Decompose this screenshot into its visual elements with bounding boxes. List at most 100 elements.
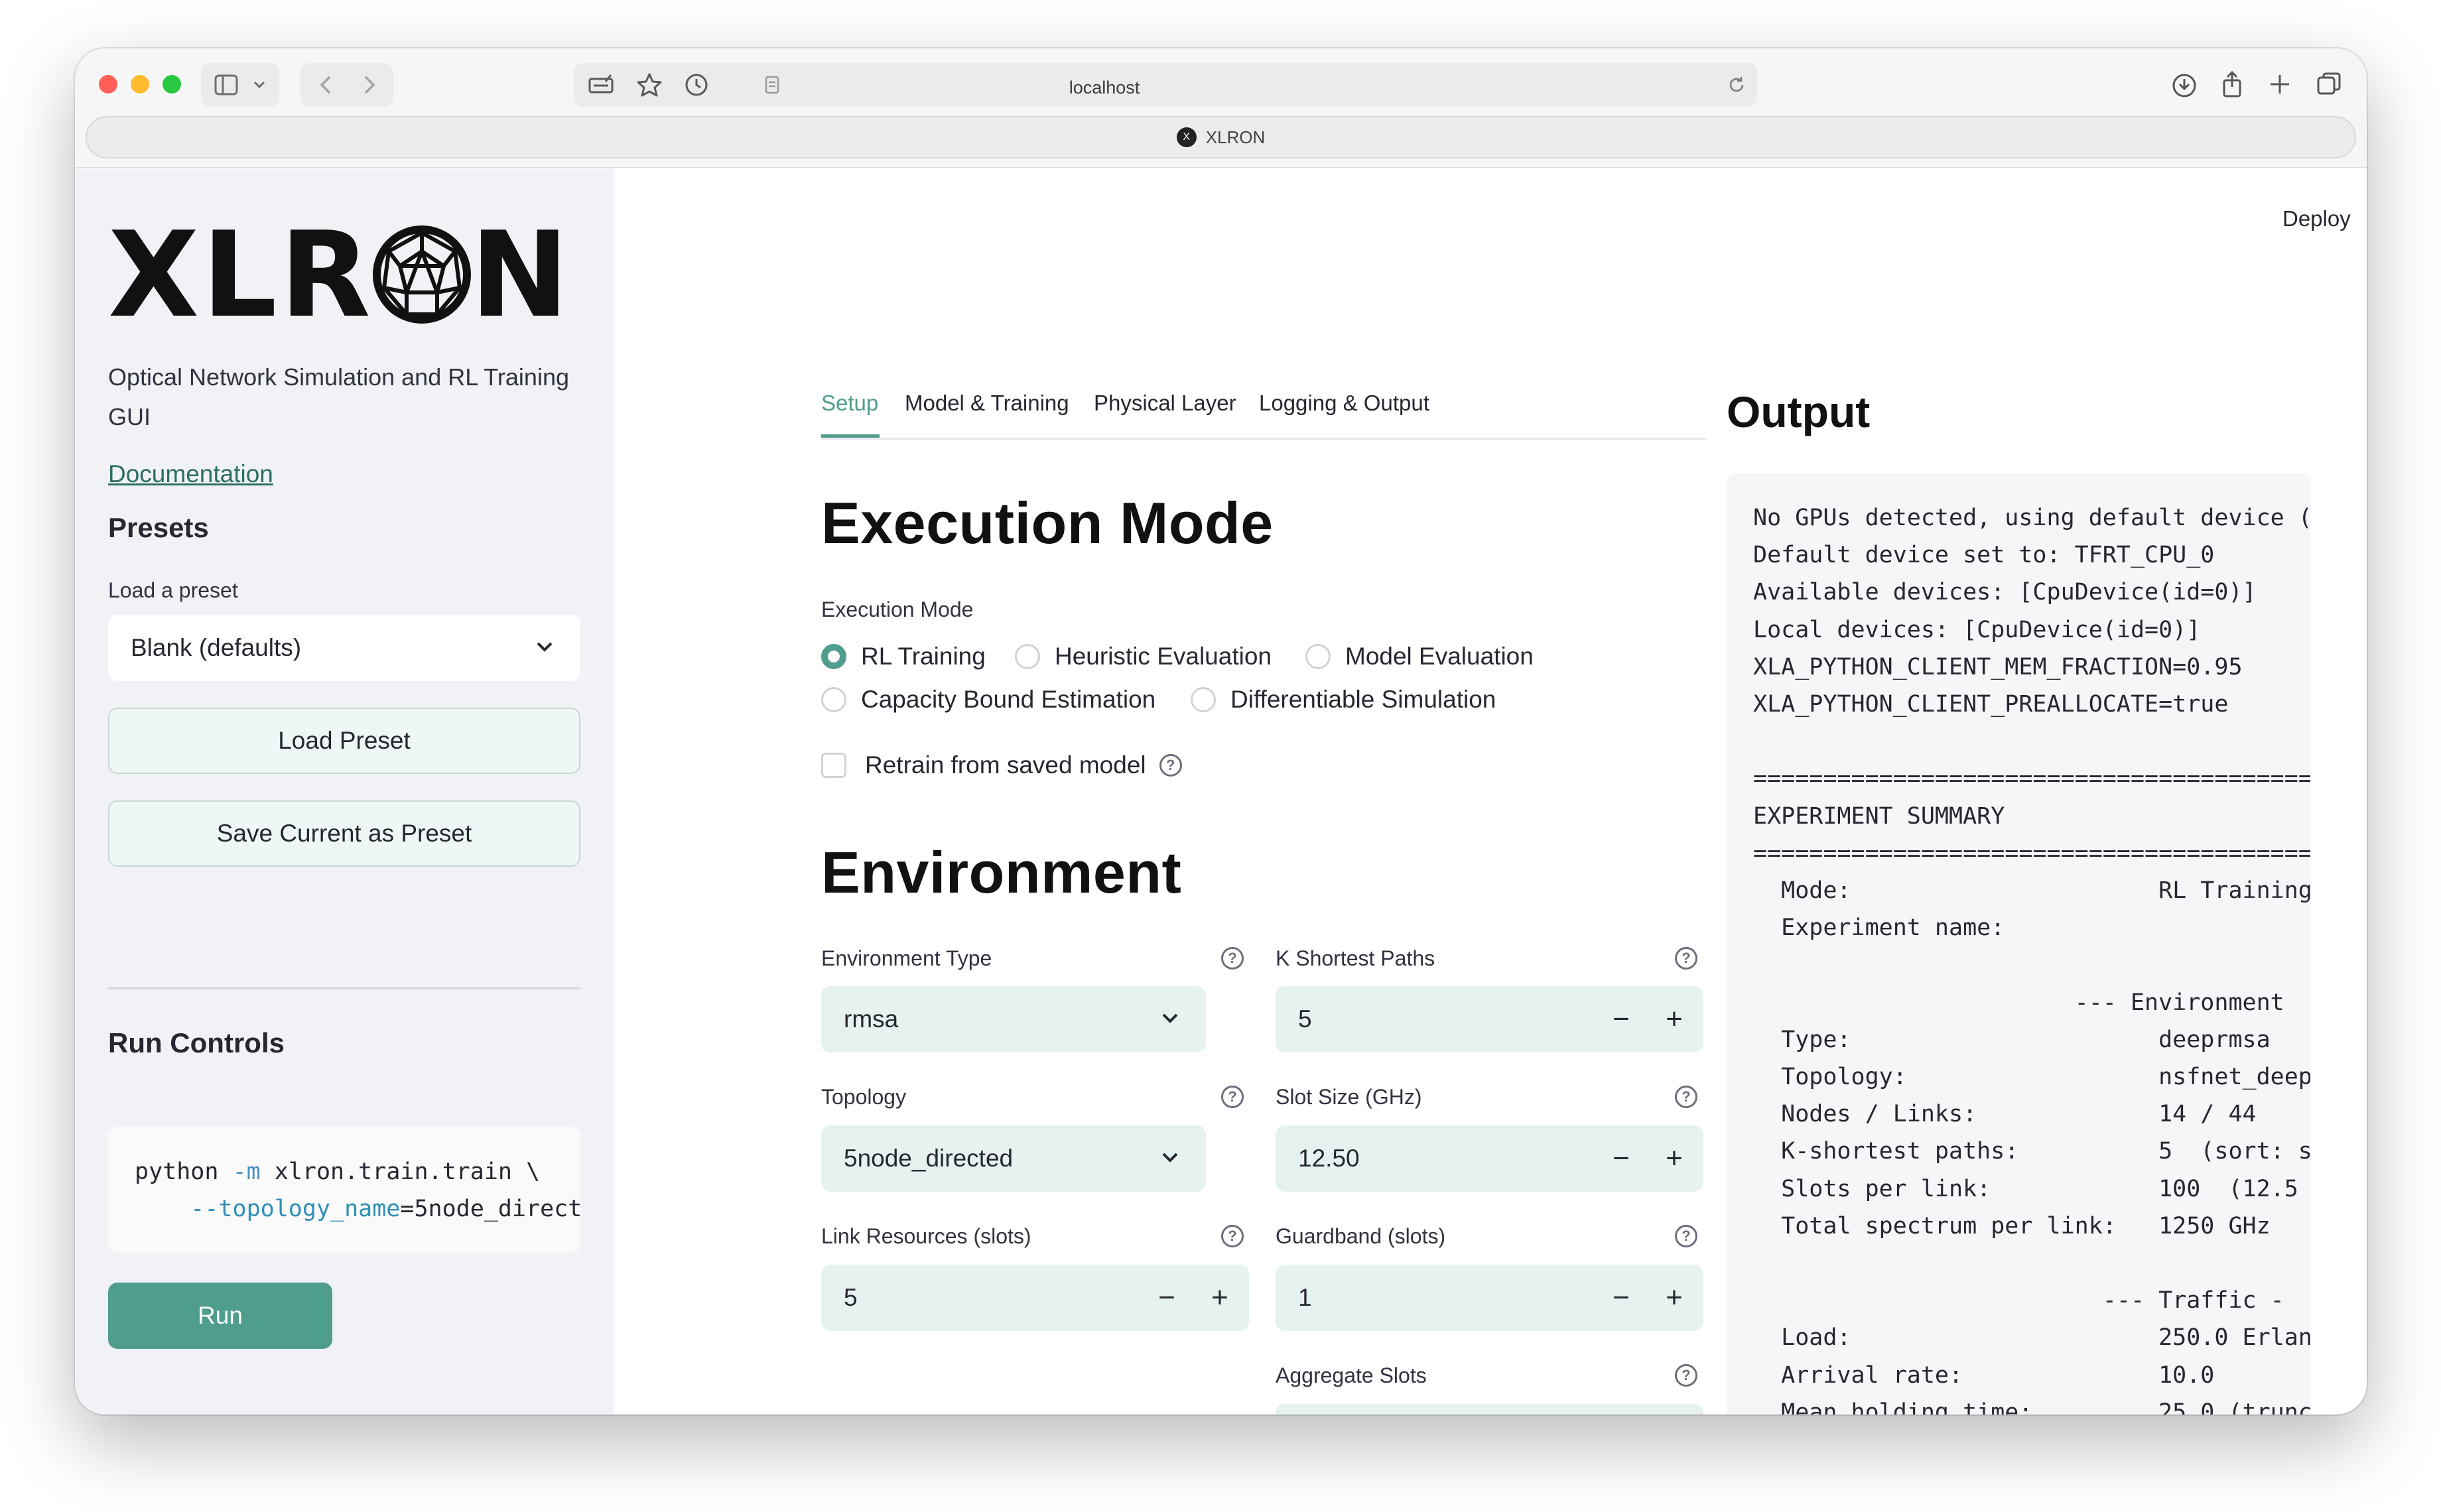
load-preset-button[interactable]: Load Preset — [108, 708, 580, 774]
decrement-button[interactable]: − — [1140, 1265, 1193, 1331]
address-bar[interactable]: localhost — [574, 63, 1757, 107]
output-line: No GPUs detected, using default device ( — [1753, 505, 2310, 531]
radio-label: Differentiable Simulation — [1230, 686, 1496, 713]
chevron-down-icon — [1162, 1153, 1178, 1163]
environment-type-select[interactable]: rmsa — [821, 986, 1206, 1052]
reader-icon[interactable] — [587, 72, 618, 96]
increment-button[interactable]: + — [1648, 986, 1701, 1052]
retrain-checkbox[interactable]: Retrain from saved model ? — [821, 751, 1182, 779]
tab-setup[interactable]: Setup — [821, 391, 878, 416]
decrement-button[interactable]: − — [1595, 1125, 1648, 1192]
decrement-button[interactable]: − — [1595, 986, 1648, 1052]
sidebar: XLR N Optical Network Simulation and RL … — [75, 168, 614, 1415]
radio-capacity-bound-estimation[interactable]: Capacity Bound Estimation — [821, 686, 1155, 714]
k-shortest-paths-value: 5 — [1298, 1005, 1312, 1033]
k-shortest-paths-input[interactable]: 5 − + — [1276, 986, 1703, 1052]
aggregate-slots-input[interactable]: 1 − + — [1276, 1404, 1703, 1415]
help-icon[interactable]: ? — [1159, 754, 1182, 777]
output-line: Load: 250.0 Erlang — [1753, 1324, 2310, 1352]
help-icon[interactable]: ? — [1221, 1225, 1244, 1247]
xlron-logo: XLR N — [108, 206, 572, 344]
guardband-input[interactable]: 1 − + — [1276, 1265, 1703, 1331]
radio-label: RL Training — [861, 643, 986, 670]
browser-tab[interactable]: X XLRON — [86, 116, 2356, 158]
tab-model-training[interactable]: Model & Training — [905, 391, 1069, 416]
url-text: localhost — [1069, 78, 1140, 97]
execution-mode-heading: Execution Mode — [821, 490, 1274, 556]
radio-heuristic-evaluation[interactable]: Heuristic Evaluation — [1015, 643, 1272, 670]
radio-rl-training[interactable]: RL Training — [821, 643, 986, 670]
xlron-favicon-icon: X — [1176, 127, 1197, 147]
topology-value: 5node_directed — [844, 1145, 1014, 1172]
presets-heading: Presets — [108, 512, 209, 543]
radio-model-evaluation[interactable]: Model Evaluation — [1305, 643, 1534, 670]
tab-physical-layer[interactable]: Physical Layer — [1094, 391, 1236, 416]
environment-type-label: Environment Type — [821, 946, 992, 970]
increment-button[interactable]: + — [1648, 1125, 1701, 1192]
help-icon[interactable]: ? — [1221, 1086, 1244, 1108]
minimize-window-button[interactable] — [131, 75, 149, 94]
reload-icon[interactable] — [1727, 75, 1747, 95]
sidebar-divider — [108, 987, 580, 989]
output-line: Mean holding time: 25.0 (trunca — [1753, 1399, 2310, 1415]
radio-label: Capacity Bound Estimation — [861, 686, 1156, 713]
maximize-window-button[interactable] — [163, 75, 181, 94]
radio-unselected-icon — [1305, 644, 1331, 669]
increment-button[interactable]: + — [1648, 1265, 1701, 1331]
save-preset-button[interactable]: Save Current as Preset — [108, 800, 580, 867]
help-icon[interactable]: ? — [1221, 947, 1244, 970]
preset-select[interactable]: Blank (defaults) — [108, 615, 580, 681]
back-arrow-icon[interactable] — [318, 75, 334, 95]
topology-select[interactable]: 5node_directed — [821, 1125, 1206, 1192]
guardband-value: 1 — [1298, 1284, 1312, 1311]
output-line: XLA_PYTHON_CLIENT_PREALLOCATE=true — [1753, 691, 2229, 718]
radio-selected-icon — [821, 644, 846, 669]
radio-label: Heuristic Evaluation — [1055, 643, 1272, 670]
history-icon[interactable] — [684, 72, 709, 97]
browser-toolbar: localhost X XLRON — [75, 48, 2367, 168]
share-icon[interactable] — [2219, 70, 2245, 99]
output-line: EXPERIMENT SUMMARY — [1753, 802, 2005, 830]
help-icon[interactable]: ? — [1675, 1225, 1697, 1247]
deploy-button[interactable]: Deploy — [2282, 206, 2351, 231]
help-icon[interactable]: ? — [1675, 1364, 1697, 1387]
output-line: K-shortest paths: 5 (sort: sp — [1753, 1138, 2310, 1165]
checkbox-box — [821, 753, 846, 778]
output-line: Available devices: [CpuDevice(id=0)] — [1753, 579, 2257, 606]
output-line: Topology: nsfnet_deepr — [1753, 1064, 2310, 1091]
tab-logging-output[interactable]: Logging & Output — [1259, 391, 1429, 416]
documentation-link[interactable]: Documentation — [108, 460, 273, 488]
chevron-down-icon — [537, 642, 553, 652]
increment-button[interactable]: + — [1193, 1265, 1246, 1331]
tab-overview-icon[interactable] — [2316, 71, 2342, 97]
new-tab-icon[interactable] — [2268, 72, 2292, 96]
increment-button[interactable]: + — [1648, 1404, 1701, 1415]
close-window-button[interactable] — [99, 75, 117, 94]
run-button[interactable]: Run — [108, 1283, 332, 1349]
radio-label: Model Evaluation — [1345, 643, 1534, 670]
help-icon[interactable]: ? — [1675, 947, 1697, 970]
environment-heading: Environment — [821, 840, 1182, 905]
help-icon[interactable]: ? — [1675, 1086, 1697, 1108]
slot-size-input[interactable]: 12.50 − + — [1276, 1125, 1703, 1192]
run-controls-heading: Run Controls — [108, 1027, 285, 1058]
radio-differentiable-simulation[interactable]: Differentiable Simulation — [1191, 686, 1496, 714]
output-line: Experiment name: — [1753, 914, 2005, 942]
sidebar-toggle-button[interactable] — [201, 63, 279, 107]
star-icon[interactable] — [636, 72, 663, 97]
chevron-down-icon — [253, 81, 265, 89]
decrement-button[interactable]: − — [1595, 1265, 1648, 1331]
link-resources-value: 5 — [844, 1284, 858, 1311]
download-icon[interactable] — [2171, 72, 2198, 99]
link-resources-input[interactable]: 5 − + — [821, 1265, 1249, 1331]
forward-arrow-icon[interactable] — [362, 75, 377, 95]
decrement-button[interactable]: − — [1595, 1404, 1648, 1415]
settings-tabs: Setup Model & Training Physical Layer Lo… — [821, 380, 1707, 440]
tab-title: XLRON — [1205, 127, 1266, 147]
page-icon — [765, 76, 779, 94]
radio-unselected-icon — [821, 687, 846, 712]
output-console[interactable]: No GPUs detected, using default device (… — [1727, 473, 2310, 1415]
radio-unselected-icon — [1015, 644, 1040, 669]
